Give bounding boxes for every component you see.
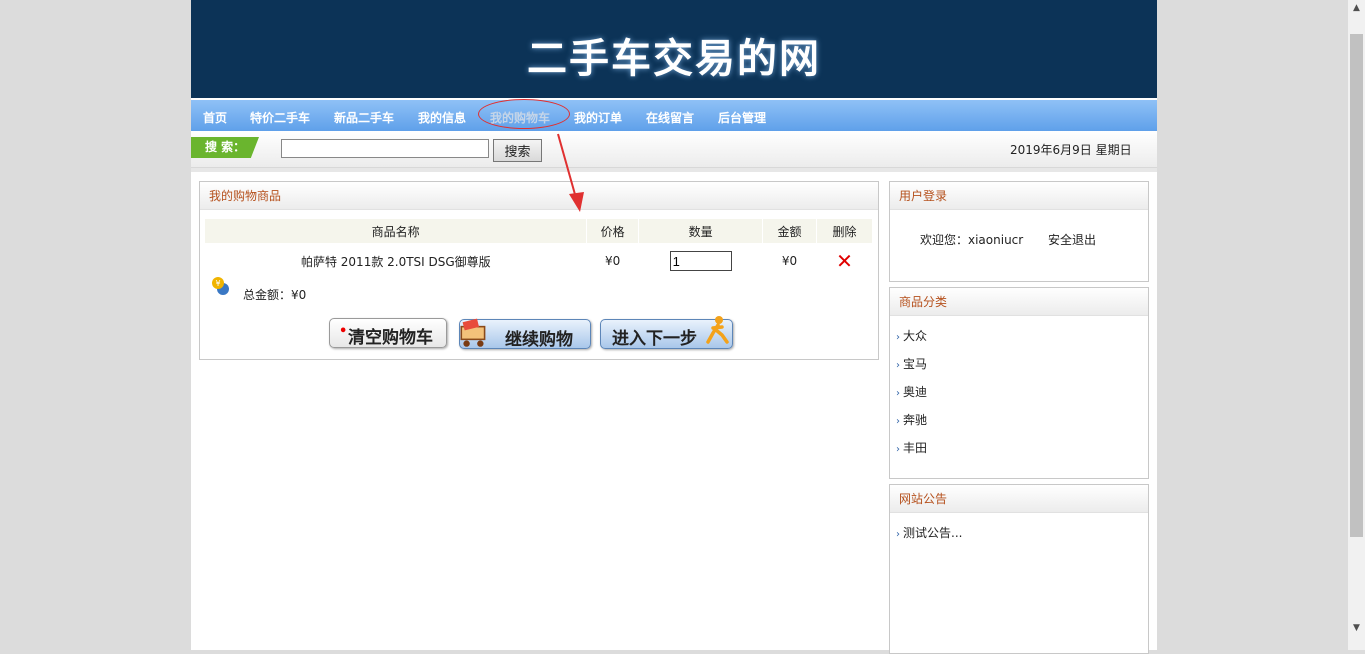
continue-shopping-button[interactable]: 继续购物 bbox=[459, 318, 591, 350]
delete-icon[interactable]: ✕ bbox=[836, 249, 853, 273]
category-item[interactable]: › 大众 bbox=[896, 322, 927, 350]
category-list: › 大众 › 宝马 › 奥迪 › 奔驰 › 丰田 bbox=[896, 322, 927, 462]
scroll-down-icon[interactable]: ▼ bbox=[1348, 620, 1365, 637]
table-row: 帕萨特 2011款 2.0TSI DSG御尊版 ¥0 ¥0 ✕ bbox=[205, 243, 873, 279]
nav-my-info[interactable]: 我的信息 bbox=[418, 109, 466, 126]
main-nav: 首页 特价二手车 新品二手车 我的信息 我的购物车 我的订单 在线留言 后台管理 bbox=[191, 100, 1157, 131]
nav-admin[interactable]: 后台管理 bbox=[718, 109, 766, 126]
next-step-button[interactable]: 进入下一步 bbox=[600, 316, 733, 349]
category-panel-title: 商品分类 bbox=[890, 288, 1148, 316]
scrollbar-thumb[interactable] bbox=[1350, 34, 1363, 537]
category-label: 丰田 bbox=[903, 441, 928, 455]
category-item[interactable]: › 奔驰 bbox=[896, 406, 927, 434]
continue-shopping-label: 继续购物 bbox=[505, 330, 573, 350]
search-label: 搜 索： bbox=[191, 137, 259, 158]
bullet-icon: › bbox=[896, 332, 900, 343]
category-item[interactable]: › 宝马 bbox=[896, 350, 927, 378]
site-title: 二手车交易的网 bbox=[527, 36, 821, 82]
category-panel: 商品分类 › 大众 › 宝马 › 奥迪 › 奔驰 › 丰田 bbox=[889, 287, 1149, 479]
page: 二手车交易的网 首页 特价二手车 新品二手车 我的信息 我的购物车 我的订单 在… bbox=[191, 0, 1157, 654]
column-header: 金额 bbox=[762, 219, 817, 243]
annotation-ellipse bbox=[478, 99, 570, 129]
nav-home[interactable]: 首页 bbox=[203, 109, 227, 126]
search-bar: 搜 索： 搜索 2019年6月9日 星期日 bbox=[191, 131, 1157, 168]
red-dot-icon: • bbox=[339, 324, 348, 339]
running-man-icon bbox=[706, 316, 729, 344]
shopping-cart-icon bbox=[460, 318, 486, 347]
search-button[interactable]: 搜索 bbox=[493, 139, 542, 162]
logout-link[interactable]: 安全退出 bbox=[1048, 231, 1096, 248]
notice-panel: 网站公告 › 测试公告... bbox=[889, 484, 1149, 654]
bullet-icon: › bbox=[896, 444, 900, 455]
nav-special-cars[interactable]: 特价二手车 bbox=[250, 109, 310, 126]
current-date: 2019年6月9日 星期日 bbox=[1010, 143, 1132, 157]
category-label: 奥迪 bbox=[903, 385, 928, 399]
product-amount: ¥0 bbox=[781, 254, 798, 268]
category-label: 大众 bbox=[903, 329, 928, 343]
welcome-text: 欢迎您：xiaoniucr bbox=[920, 233, 1024, 247]
quantity-input[interactable] bbox=[669, 251, 732, 271]
column-header: 价格 bbox=[586, 219, 640, 243]
bullet-icon: › bbox=[896, 388, 900, 399]
login-panel-title: 用户登录 bbox=[890, 182, 1148, 210]
category-label: 宝马 bbox=[903, 357, 928, 371]
nav-my-orders[interactable]: 我的订单 bbox=[574, 109, 622, 126]
login-panel: 用户登录 欢迎您：xiaoniucr 安全退出 bbox=[889, 181, 1149, 282]
divider bbox=[191, 168, 1157, 172]
column-header: 数量 bbox=[638, 219, 764, 243]
clear-cart-button[interactable]: • 清空购物车 bbox=[329, 318, 447, 348]
column-header: 商品名称 bbox=[205, 219, 588, 243]
product-price: ¥0 bbox=[604, 254, 621, 268]
column-header: 删除 bbox=[816, 219, 873, 243]
clear-cart-label: 清空购物车 bbox=[348, 328, 433, 348]
notice-panel-title: 网站公告 bbox=[890, 485, 1148, 513]
nav-new-cars[interactable]: 新品二手车 bbox=[334, 109, 394, 126]
search-input[interactable] bbox=[281, 139, 489, 158]
category-label: 奔驰 bbox=[903, 413, 928, 427]
next-step-label: 进入下一步 bbox=[612, 329, 697, 349]
cart-table-header: 商品名称 价格 数量 金额 删除 bbox=[205, 219, 873, 243]
scroll-up-icon[interactable]: ▲ bbox=[1348, 0, 1365, 17]
product-name: 帕萨特 2011款 2.0TSI DSG御尊版 bbox=[300, 254, 491, 269]
notice-label: 测试公告... bbox=[903, 526, 963, 540]
page-scrollbar[interactable]: ▲ ▼ bbox=[1348, 0, 1365, 650]
svg-text:¥: ¥ bbox=[215, 279, 220, 288]
money-icon: ¥ bbox=[212, 277, 229, 295]
bullet-icon: › bbox=[896, 416, 900, 427]
annotation-arrow bbox=[557, 133, 584, 212]
category-item[interactable]: › 丰田 bbox=[896, 434, 927, 462]
quantity-cell bbox=[639, 243, 763, 279]
category-item[interactable]: › 奥迪 bbox=[896, 378, 927, 406]
delete-cell: ✕ bbox=[817, 243, 873, 279]
site-banner: 二手车交易的网 bbox=[191, 0, 1157, 98]
nav-messages[interactable]: 在线留言 bbox=[646, 109, 694, 126]
notice-list: › 测试公告... bbox=[896, 519, 962, 547]
total-amount: 总金额：¥0 bbox=[243, 288, 307, 302]
bullet-icon: › bbox=[896, 360, 900, 371]
cart-panel: 我的购物商品 商品名称 价格 数量 金额 删除 帕萨特 2011款 2.0TSI… bbox=[199, 181, 879, 360]
notice-item[interactable]: › 测试公告... bbox=[896, 519, 962, 547]
bullet-icon: › bbox=[896, 529, 900, 540]
cart-panel-title: 我的购物商品 bbox=[200, 182, 878, 210]
cart-table: 商品名称 价格 数量 金额 删除 帕萨特 2011款 2.0TSI DSG御尊版… bbox=[205, 219, 873, 279]
